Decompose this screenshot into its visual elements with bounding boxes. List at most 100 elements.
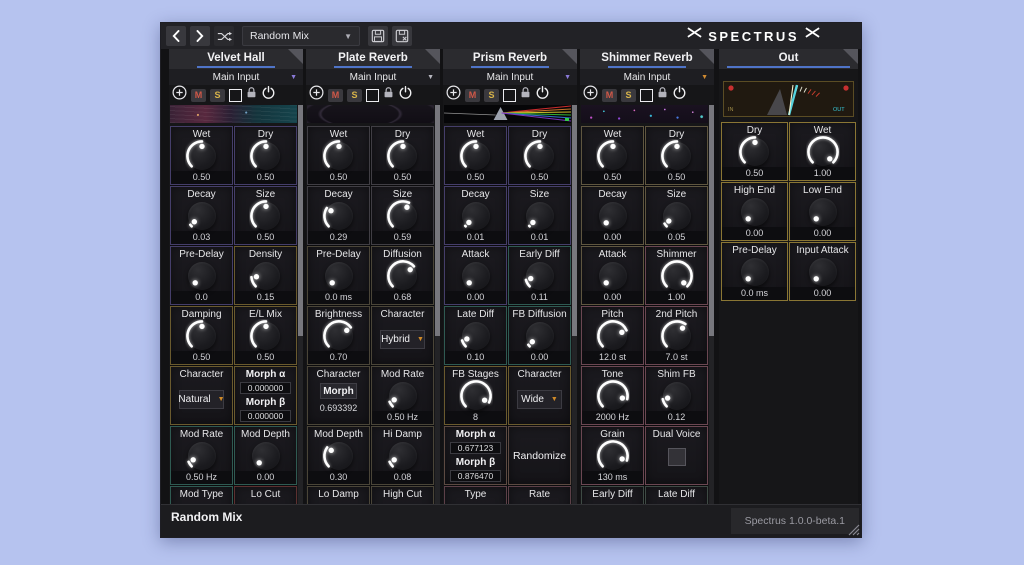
next-preset-button[interactable] xyxy=(190,26,210,46)
input-selector[interactable]: Main Input▼ xyxy=(169,69,303,85)
character-select[interactable]: Hybrid▼ xyxy=(380,330,425,349)
fb-diffusion-knob[interactable] xyxy=(523,319,557,353)
add-icon[interactable] xyxy=(172,85,187,105)
scrollbar[interactable] xyxy=(435,105,440,504)
add-icon[interactable] xyxy=(583,85,598,105)
mod-depth-knob[interactable] xyxy=(322,439,356,473)
mute-button[interactable]: M xyxy=(602,89,617,102)
shim-fb-knob[interactable] xyxy=(660,379,694,413)
decay-knob[interactable] xyxy=(596,199,630,233)
hi-damp-knob[interactable] xyxy=(386,439,420,473)
tab-out[interactable]: Out xyxy=(719,49,858,69)
character-select[interactable]: Wide▼ xyxy=(517,390,562,409)
size-knob[interactable] xyxy=(660,199,694,233)
solo-button[interactable]: S xyxy=(347,89,362,102)
morph-field[interactable]: 0.677123 xyxy=(450,442,501,454)
solo-button[interactable]: S xyxy=(621,89,636,102)
input-selector[interactable]: Main Input▼ xyxy=(306,69,440,85)
density-knob[interactable] xyxy=(249,259,283,293)
late-diff-knob[interactable] xyxy=(459,319,493,353)
scrollbar-thumb[interactable] xyxy=(572,105,577,336)
add-icon[interactable] xyxy=(309,85,324,105)
wet-knob[interactable] xyxy=(806,135,840,169)
scrollbar-thumb[interactable] xyxy=(709,105,714,336)
shimmer-knob[interactable] xyxy=(660,259,694,293)
input-selector[interactable]: Main Input▼ xyxy=(580,69,714,85)
decay-knob[interactable] xyxy=(459,199,493,233)
pre-delay-knob[interactable] xyxy=(738,255,772,289)
early-diff-knob[interactable] xyxy=(523,259,557,293)
dry-knob[interactable] xyxy=(386,139,420,173)
tab-velvet-hall[interactable]: Velvet Hall xyxy=(169,49,303,69)
pre-delay-knob[interactable] xyxy=(322,259,356,293)
fb-stages-knob[interactable] xyxy=(459,379,493,413)
morph-field[interactable]: 0.000000 xyxy=(240,410,291,422)
dual-voice-checkbox[interactable] xyxy=(668,448,686,466)
attack-knob[interactable] xyxy=(596,259,630,293)
character-select[interactable]: Natural▼ xyxy=(179,390,224,409)
wet-knob[interactable] xyxy=(596,139,630,173)
mute-button[interactable]: M xyxy=(191,89,206,102)
diffusion-knob[interactable] xyxy=(386,259,420,293)
scrollbar[interactable] xyxy=(298,105,303,504)
size-knob[interactable] xyxy=(249,199,283,233)
save-as-button[interactable] xyxy=(392,26,412,46)
attack-knob[interactable] xyxy=(459,259,493,293)
wet-knob[interactable] xyxy=(185,139,219,173)
decay-knob[interactable] xyxy=(322,199,356,233)
dry-knob[interactable] xyxy=(660,139,694,173)
wet-knob[interactable] xyxy=(459,139,493,173)
scrollbar[interactable] xyxy=(572,105,577,504)
scrollbar[interactable] xyxy=(709,105,714,504)
wet-knob[interactable] xyxy=(322,139,356,173)
enable-checkbox[interactable] xyxy=(640,89,653,102)
decay-knob[interactable] xyxy=(185,199,219,233)
lock-icon[interactable] xyxy=(246,86,257,104)
damping-knob[interactable] xyxy=(185,319,219,353)
enable-checkbox[interactable] xyxy=(229,89,242,102)
mod-rate-knob[interactable] xyxy=(386,379,420,413)
mute-button[interactable]: M xyxy=(328,89,343,102)
size-knob[interactable] xyxy=(523,199,557,233)
e-l-mix-knob[interactable] xyxy=(249,319,283,353)
lock-icon[interactable] xyxy=(520,86,531,104)
tone-knob[interactable] xyxy=(596,379,630,413)
resize-grip[interactable] xyxy=(847,523,860,536)
dry-knob[interactable] xyxy=(523,139,557,173)
preset-selector[interactable]: Random Mix ▼ xyxy=(242,26,360,46)
mod-depth-knob[interactable] xyxy=(249,439,283,473)
low-end-knob[interactable] xyxy=(806,195,840,229)
size-knob[interactable] xyxy=(386,199,420,233)
dry-knob[interactable] xyxy=(738,135,772,169)
morph-button[interactable]: Morph xyxy=(320,383,357,399)
enable-checkbox[interactable] xyxy=(503,89,516,102)
power-button[interactable] xyxy=(398,85,413,105)
tab-prism-reverb[interactable]: Prism Reverb xyxy=(443,49,577,69)
save-button[interactable] xyxy=(368,26,388,46)
brightness-knob[interactable] xyxy=(322,319,356,353)
shuffle-button[interactable] xyxy=(214,26,234,46)
tab-shimmer-reverb[interactable]: Shimmer Reverb xyxy=(580,49,714,69)
solo-button[interactable]: S xyxy=(484,89,499,102)
pitch-knob[interactable] xyxy=(596,319,630,353)
morph-field[interactable]: 0.876470 xyxy=(450,470,501,482)
dry-knob[interactable] xyxy=(249,139,283,173)
randomize-button[interactable]: Randomize xyxy=(509,427,570,484)
prev-preset-button[interactable] xyxy=(166,26,186,46)
2nd-pitch-knob[interactable] xyxy=(660,319,694,353)
input-attack-knob[interactable] xyxy=(806,255,840,289)
lock-icon[interactable] xyxy=(657,86,668,104)
pre-delay-knob[interactable] xyxy=(185,259,219,293)
morph-field[interactable]: 0.000000 xyxy=(240,382,291,394)
scrollbar-thumb[interactable] xyxy=(298,105,303,336)
add-icon[interactable] xyxy=(446,85,461,105)
scrollbar-thumb[interactable] xyxy=(435,105,440,336)
power-button[interactable] xyxy=(535,85,550,105)
mute-button[interactable]: M xyxy=(465,89,480,102)
solo-button[interactable]: S xyxy=(210,89,225,102)
input-selector[interactable]: Main Input▼ xyxy=(443,69,577,85)
tab-plate-reverb[interactable]: Plate Reverb xyxy=(306,49,440,69)
mod-rate-knob[interactable] xyxy=(185,439,219,473)
power-button[interactable] xyxy=(672,85,687,105)
enable-checkbox[interactable] xyxy=(366,89,379,102)
